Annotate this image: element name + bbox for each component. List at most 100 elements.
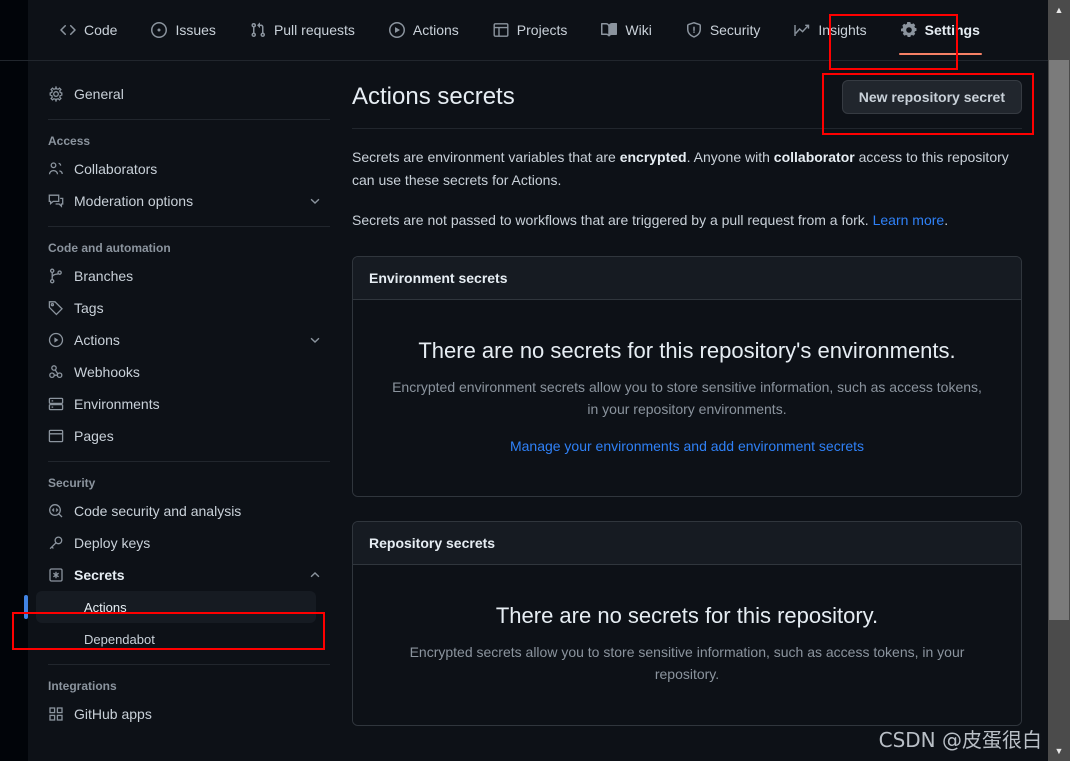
- para-bold-encrypted: encrypted: [619, 149, 687, 165]
- sidebar-item-label: Moderation options: [74, 193, 194, 209]
- sidebar-group-code-and-automation: Code and automation: [48, 241, 171, 255]
- sidebar-item-deploy-keys[interactable]: Deploy keys: [28, 527, 330, 559]
- sidebar-item-label: Code security and analysis: [74, 503, 242, 519]
- nav-tab-wiki[interactable]: Wiki: [589, 14, 663, 46]
- sidebar-item-github-apps[interactable]: GitHub apps: [28, 698, 330, 730]
- blankslate-description: Encrypted secrets allow you to store sen…: [409, 644, 965, 682]
- sidebar-group-access: Access: [48, 134, 91, 148]
- sidebar-group-security: Security: [48, 476, 96, 490]
- scroll-down-arrow[interactable]: ▼: [1048, 741, 1070, 761]
- sidebar-item-code-security-and-analysis[interactable]: Code security and analysis: [28, 495, 330, 527]
- git-pull-request-icon: [250, 22, 266, 38]
- watermark: CSDN @皮蛋很白: [878, 728, 1042, 752]
- scroll-up-arrow[interactable]: ▲: [1048, 0, 1070, 20]
- para-text: Secrets are environment variables that a…: [352, 149, 620, 165]
- issue-opened-icon: [151, 22, 168, 38]
- browser-icon: [48, 428, 64, 444]
- chevron-down-icon[interactable]: [308, 333, 322, 347]
- new-repository-secret-button[interactable]: New repository secret: [841, 80, 1022, 114]
- people-icon: [48, 161, 64, 177]
- play-icon: [48, 332, 64, 348]
- shield-icon: [686, 22, 702, 38]
- nav-tab-actions[interactable]: Actions: [377, 14, 471, 46]
- sidebar-item-label: Actions: [74, 332, 120, 348]
- left-gutter: [0, 0, 28, 761]
- nav-tab-pull-requests[interactable]: Pull requests: [238, 14, 367, 46]
- sidebar-item-label: Secrets: [74, 567, 125, 583]
- nav-tab-projects[interactable]: Projects: [481, 14, 580, 46]
- nav-tab-insights[interactable]: Insights: [782, 14, 878, 46]
- git-branch-icon: [48, 268, 64, 284]
- nav-tab-security[interactable]: Security: [674, 14, 773, 46]
- learn-more-link[interactable]: Learn more: [873, 212, 945, 228]
- table-icon: [493, 22, 509, 38]
- blankslate-title: There are no secrets for this repository…: [495, 603, 879, 628]
- comment-discussion-icon: [48, 193, 64, 209]
- gear-icon: [48, 85, 64, 103]
- card-body: There are no secrets for this repository…: [353, 565, 1021, 725]
- manage-environments-link[interactable]: Manage your environments and add environ…: [510, 438, 864, 454]
- card-body: There are no secrets for this repository…: [353, 300, 1021, 496]
- sidebar-divider: [48, 664, 330, 665]
- sidebar-item-pages[interactable]: Pages: [28, 420, 330, 452]
- key-icon: [48, 535, 64, 551]
- card-header: Environment secrets: [353, 257, 1021, 300]
- card-header: Repository secrets: [353, 522, 1021, 565]
- nav-divider: [0, 60, 1048, 61]
- nav-tab-label: Actions: [412, 22, 459, 38]
- sidebar-item-tags[interactable]: Tags: [28, 292, 330, 324]
- sidebar-item-label: Webhooks: [74, 364, 140, 380]
- para-text: Secrets are not passed to workflows that…: [352, 212, 873, 228]
- sidebar-item-label: Dependabot: [84, 631, 155, 647]
- webhook-icon: [48, 364, 64, 380]
- blankslate-description: Encrypted environment secrets allow you …: [392, 379, 982, 417]
- tag-icon: [48, 300, 64, 316]
- nav-tab-label: Wiki: [625, 22, 652, 38]
- scrollbar-thumb[interactable]: [1049, 60, 1069, 620]
- sidebar-item-actions[interactable]: Actions: [28, 324, 330, 356]
- nav-tab-label: Projects: [516, 22, 568, 38]
- sidebar-item-collaborators[interactable]: Collaborators: [28, 153, 330, 185]
- nav-tab-settings[interactable]: Settings: [889, 14, 992, 55]
- play-icon: [388, 22, 405, 38]
- vertical-scrollbar[interactable]: ▲ ▼: [1048, 0, 1070, 761]
- nav-tab-code[interactable]: Code: [48, 14, 129, 46]
- chevron-down-icon[interactable]: [308, 194, 322, 208]
- active-tab-underline: [898, 53, 982, 55]
- sidebar-item-secrets[interactable]: Secrets: [28, 559, 330, 591]
- sidebar-item-secrets-actions[interactable]: Actions: [24, 591, 316, 623]
- sidebar-item-label: Environments: [74, 396, 160, 412]
- sidebar-divider: [48, 226, 330, 227]
- para-text: . Anyone with: [686, 149, 774, 165]
- sidebar-item-label: General: [74, 86, 124, 102]
- sidebar-item-secrets-dependabot[interactable]: Dependabot: [36, 623, 316, 655]
- sidebar-item-branches[interactable]: Branches: [28, 260, 330, 292]
- sidebar-item-moderation-options[interactable]: Moderation options: [28, 185, 330, 217]
- nav-tab-label: Code: [84, 22, 118, 38]
- sidebar-item-label: GitHub apps: [74, 706, 152, 722]
- para-bold-collaborator: collaborator: [773, 149, 855, 165]
- nav-tab-issues[interactable]: Issues: [139, 14, 227, 46]
- asterisk-key-icon: [48, 567, 64, 583]
- repository-nav: Code Issues Pull requests Actions Projec…: [28, 0, 1048, 60]
- sidebar-item-general[interactable]: General: [28, 78, 330, 110]
- graph-icon: [794, 22, 810, 38]
- sidebar-item-environments[interactable]: Environments: [28, 388, 330, 420]
- sidebar-item-webhooks[interactable]: Webhooks: [28, 356, 330, 388]
- fork-note-paragraph: Secrets are not passed to workflows that…: [352, 209, 1022, 232]
- header-rule: [352, 128, 1022, 129]
- github-settings-page: Code Issues Pull requests Actions Projec…: [0, 0, 1070, 761]
- sidebar-divider: [48, 461, 330, 462]
- environment-secrets-card: Environment secrets There are no secrets…: [352, 256, 1022, 497]
- sidebar-item-label: Deploy keys: [74, 535, 151, 551]
- sidebar-item-label: Tags: [74, 300, 104, 316]
- main-content: Actions secrets New repository secret Se…: [352, 80, 1022, 726]
- sidebar-item-label: Actions: [84, 599, 127, 615]
- nav-tab-label: Settings: [924, 22, 980, 38]
- sidebar-divider: [48, 119, 330, 120]
- sidebar-group-integrations: Integrations: [48, 679, 117, 693]
- book-icon: [601, 22, 618, 38]
- code-icon: [60, 22, 76, 38]
- blankslate-title: There are no secrets for this repository…: [418, 338, 956, 363]
- chevron-up-icon[interactable]: [308, 568, 322, 582]
